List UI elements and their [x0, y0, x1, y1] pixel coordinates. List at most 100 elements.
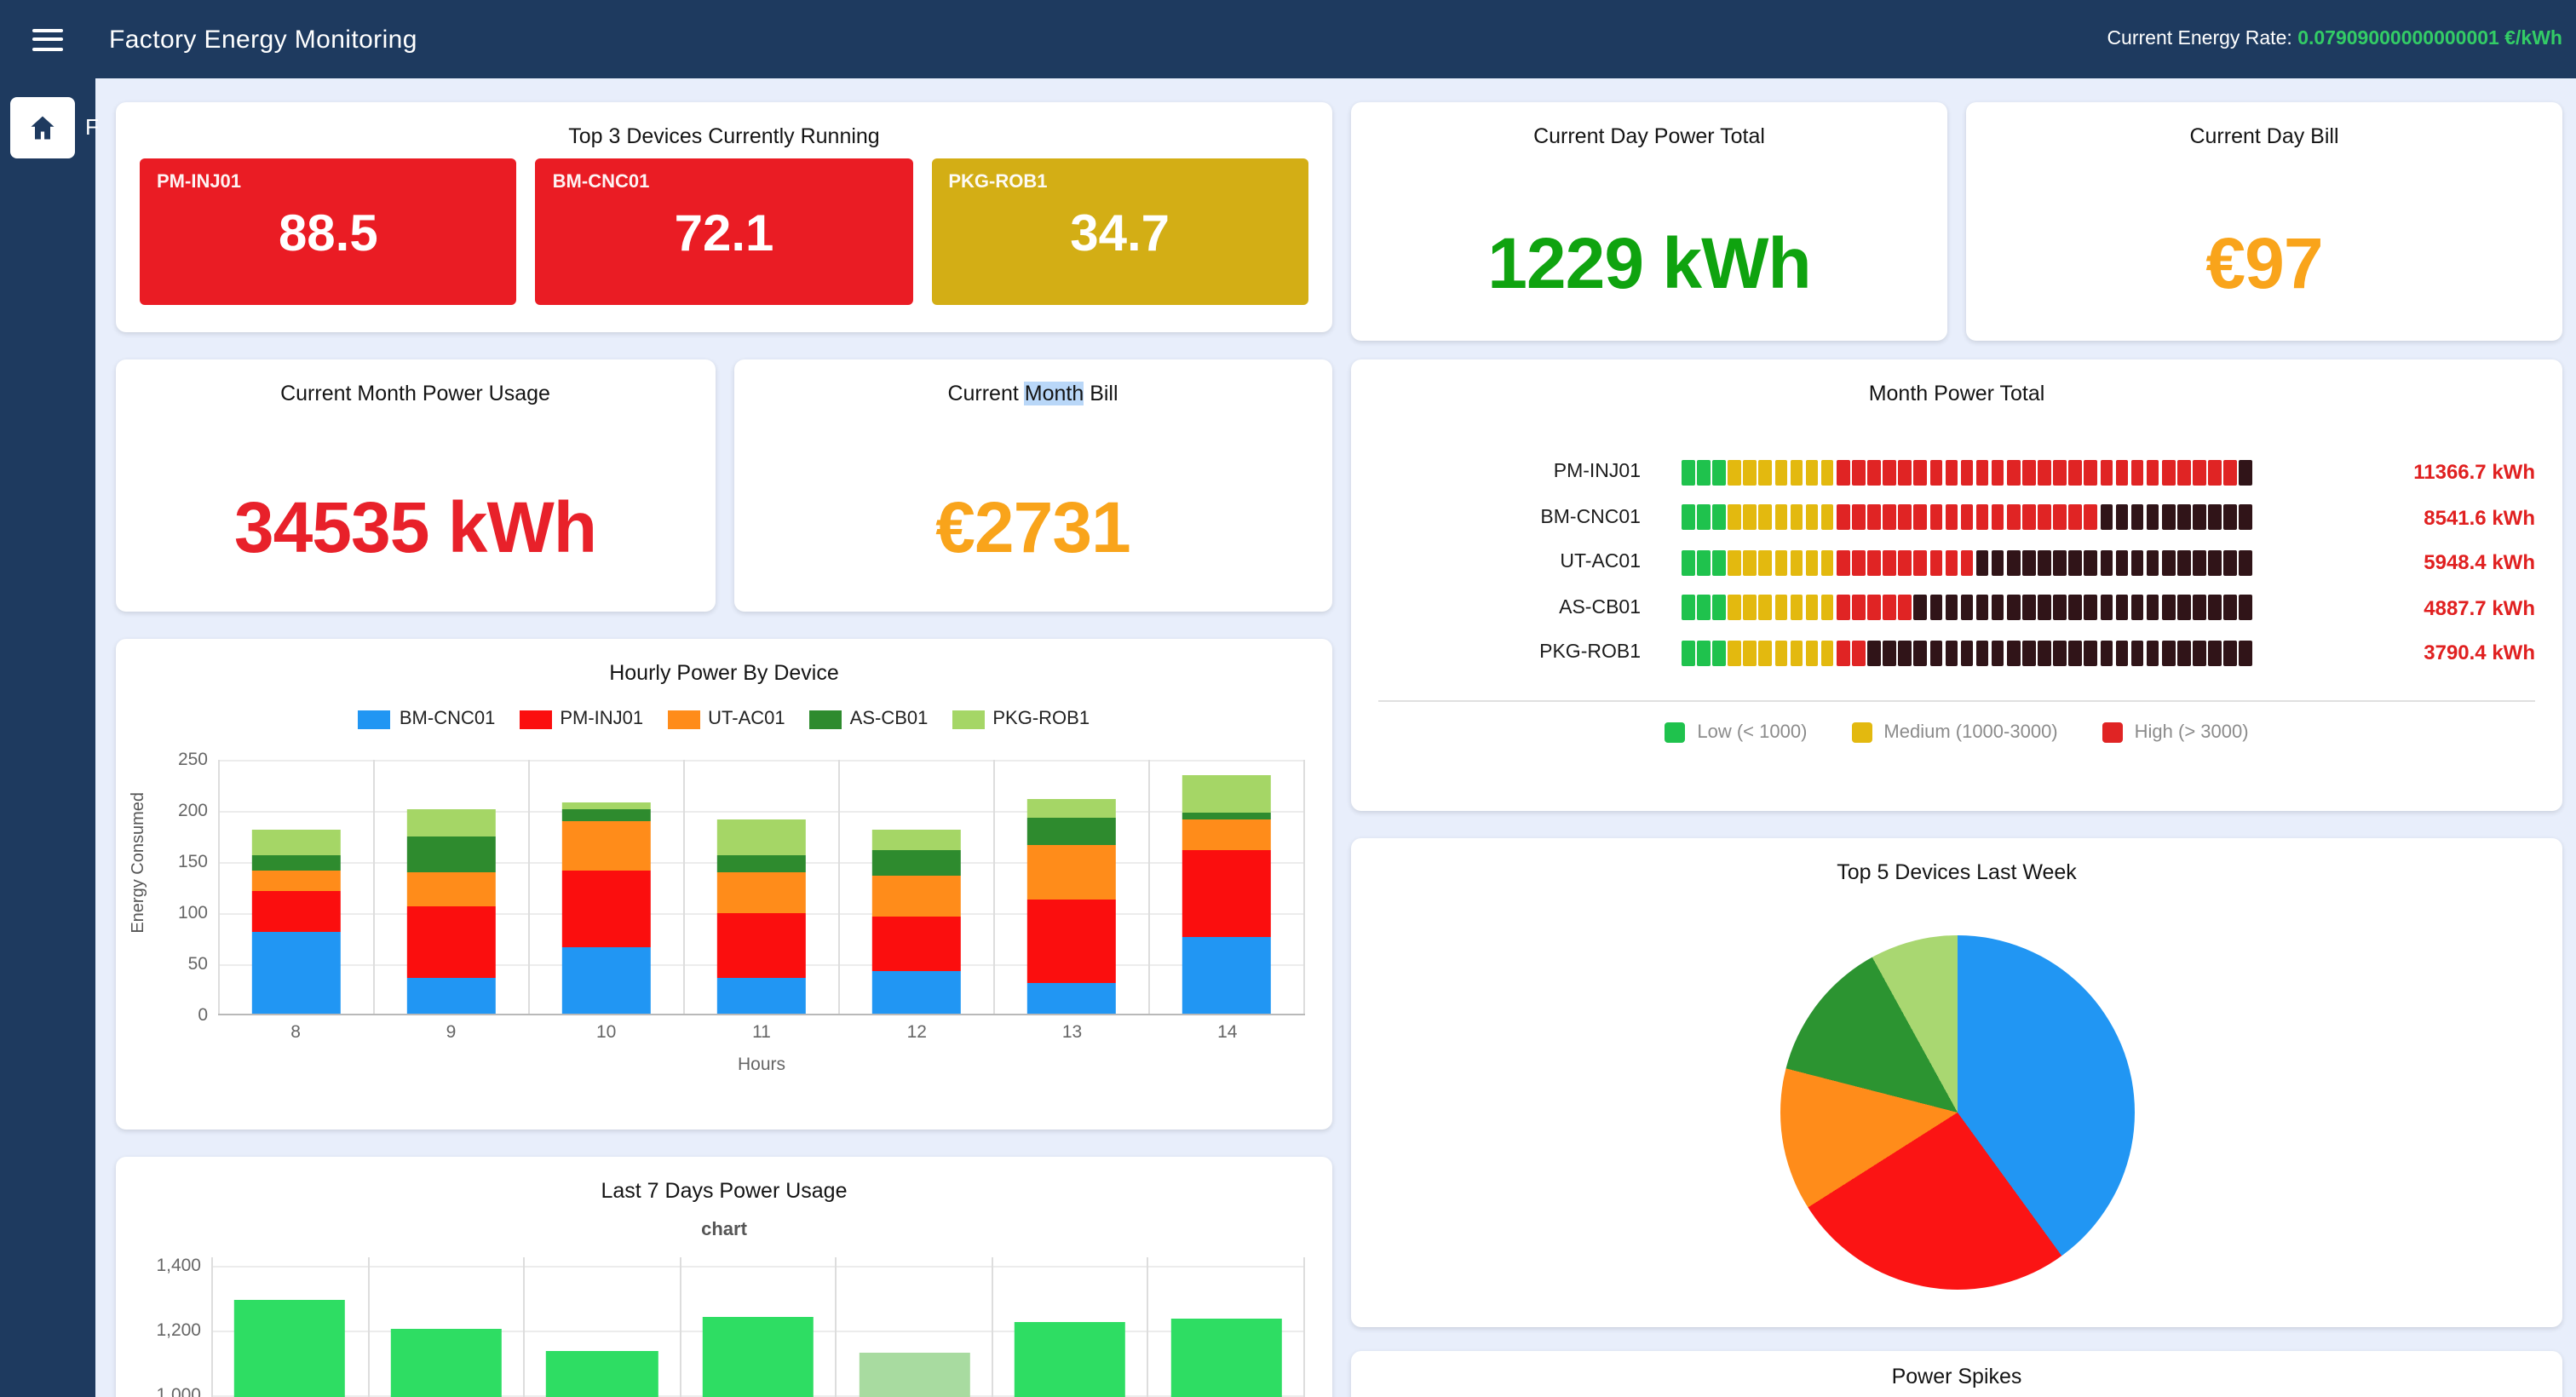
segment-green [1697, 505, 1710, 531]
month-total-row: PKG-ROB13790.4 kWh [1378, 630, 2535, 676]
segment-red [1852, 505, 1865, 531]
segment-yellow [1806, 460, 1819, 486]
segment-off [2130, 595, 2143, 621]
week-chart: 1,4001,2001,000 [211, 1257, 1305, 1397]
bar-segment-as-cb01 [872, 850, 961, 876]
plot-columns [211, 1257, 1305, 1397]
category-column [373, 760, 528, 1014]
segment-off [2224, 641, 2237, 666]
legend-swatch [519, 710, 551, 728]
card-title: Power Spikes [1351, 1351, 2562, 1388]
segment-red [2100, 460, 2113, 486]
device-label: PM-INJ01 [1378, 463, 1682, 483]
segment-off [1960, 641, 1973, 666]
day-stats-row: Current Day Power Total 1229 kWh Current… [1351, 102, 2562, 341]
y-tick-label: 1,200 [140, 1320, 201, 1341]
segment-red [1883, 505, 1895, 531]
x-tick-label: 11 [684, 1022, 839, 1043]
card-title: Hourly Power By Device [116, 639, 1332, 685]
y-tick-label: 0 [147, 1005, 208, 1026]
hourly-chart: 050100150200250 [218, 760, 1305, 1015]
card-title: Current Day Bill [1966, 102, 2562, 148]
device-kwh-value: 4887.7 kWh [2424, 596, 2535, 620]
hourly-chart-legend: BM-CNC01PM-INJ01UT-AC01AS-CB01PKG-ROB1 [116, 709, 1332, 729]
sidebar: F [0, 78, 95, 1397]
bar-segment-pm-inj01 [717, 913, 806, 978]
stacked-bar [1182, 775, 1271, 1014]
stacked-bar [1027, 799, 1116, 1014]
segment-red [1883, 460, 1895, 486]
segment-red [1992, 505, 2004, 531]
segment-red [2069, 460, 2082, 486]
app-title: Factory Energy Monitoring [109, 25, 417, 54]
segment-off [2224, 505, 2237, 531]
segment-off [2177, 550, 2190, 576]
y-tick-label: 250 [147, 750, 208, 770]
segment-yellow [1821, 460, 1834, 486]
segment-off [2069, 550, 2082, 576]
segment-red [1945, 505, 1958, 531]
sidebar-item-home[interactable] [10, 97, 75, 158]
segment-yellow [1759, 550, 1772, 576]
segment-off [2038, 595, 2050, 621]
bar-segment-bm-cnc01 [872, 971, 961, 1014]
category-column [1147, 1257, 1305, 1397]
bar-segment-ut-ac01 [717, 872, 806, 913]
segment-off [2240, 505, 2252, 531]
segment-off [2162, 550, 2175, 576]
card-month-bill: Current Month Bill €2731 [733, 359, 1332, 612]
segment-off [2240, 550, 2252, 576]
category-column [679, 1257, 835, 1397]
segment-off [2115, 505, 2128, 531]
segment-yellow [1806, 641, 1819, 666]
segment-red [2177, 460, 2190, 486]
category-column [211, 1257, 367, 1397]
bar-segment-pkg-rob1 [1027, 799, 1116, 818]
legend-swatch [1851, 721, 1872, 742]
energy-rate: Current Energy Rate: 0.07909000000000001… [2107, 29, 2562, 49]
device-kwh-value: 8541.6 kWh [2424, 506, 2535, 530]
menu-button[interactable] [24, 20, 72, 59]
month-total-row: AS-CB014887.7 kWh [1378, 585, 2535, 630]
segment-red [2084, 460, 2097, 486]
legend-label: PM-INJ01 [560, 709, 643, 729]
segment-off [2054, 595, 2067, 621]
segment-red [2007, 460, 2020, 486]
segment-red [1976, 460, 1989, 486]
segment-yellow [1790, 595, 1803, 621]
device-label: BM-CNC01 [1378, 508, 1682, 528]
bar-segment-pm-inj01 [1182, 850, 1271, 937]
card-day-power-total: Current Day Power Total 1229 kWh [1351, 102, 1947, 341]
segment-off [1914, 595, 1927, 621]
legend-item: Medium (1000-3000) [1851, 721, 2057, 742]
bar-segment-bm-cnc01 [1182, 937, 1271, 1014]
segment-yellow [1806, 505, 1819, 531]
card-top5-devices-last-week: Top 5 Devices Last Week [1351, 838, 2562, 1327]
segment-off [2224, 595, 2237, 621]
segment-red [1899, 595, 1912, 621]
segment-green [1682, 460, 1694, 486]
segment-red [1852, 550, 1865, 576]
segment-off [2100, 550, 2113, 576]
bar-segment-bm-cnc01 [407, 978, 496, 1014]
stacked-bar [717, 819, 806, 1014]
segment-off [1945, 595, 1958, 621]
segment-red [2022, 460, 2035, 486]
segment-red [1929, 550, 1942, 576]
segment-off [2130, 550, 2143, 576]
segment-off [2022, 550, 2035, 576]
category-column [992, 1257, 1147, 1397]
segment-off [2115, 641, 2128, 666]
device-tile-bm-cnc01: BM-CNC0172.1 [536, 158, 913, 305]
segment-off [2115, 595, 2128, 621]
x-axis-title: Hours [116, 1055, 1332, 1075]
segment-green [1712, 460, 1725, 486]
segment-off [1929, 641, 1942, 666]
device-reading: 72.1 [536, 158, 913, 305]
month-stats-row: Current Month Power Usage 34535 kWh Curr… [116, 359, 1332, 612]
segment-yellow [1728, 505, 1741, 531]
segment-bar [1682, 550, 2252, 576]
segment-off [2240, 595, 2252, 621]
segment-off [2193, 595, 2205, 621]
device-kwh-value: 3790.4 kWh [2424, 641, 2535, 665]
